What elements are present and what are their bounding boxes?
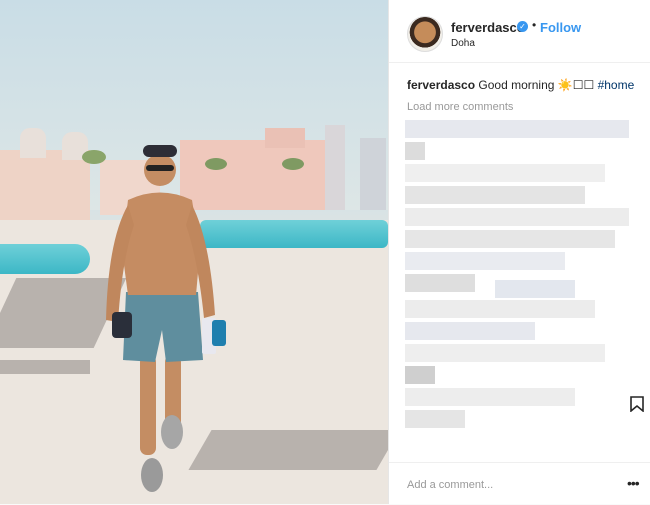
blur-block: [405, 274, 475, 292]
caption: ferverdasco Good morning ☀️☐☐ #home: [407, 78, 634, 92]
blurred-comments: [405, 120, 629, 440]
blur-block: [405, 410, 465, 428]
blur-block: [405, 230, 615, 248]
location-link[interactable]: Doha: [451, 38, 475, 49]
add-comment-input[interactable]: Add a comment...: [407, 479, 493, 491]
blur-block: [405, 186, 585, 204]
blur-block: [405, 300, 595, 318]
blur-block: [405, 366, 435, 384]
blur-block: [495, 280, 575, 298]
avatar[interactable]: [407, 16, 443, 52]
post-header: ferverdasco ✓ • Follow Doha: [389, 0, 650, 63]
caption-username[interactable]: ferverdasco: [407, 78, 475, 92]
post-sidebar: ferverdasco ✓ • Follow Doha ferverdasco …: [389, 0, 650, 504]
bookmark-icon[interactable]: [630, 396, 644, 412]
blur-block: [405, 322, 535, 340]
follow-button[interactable]: Follow: [540, 20, 581, 35]
add-comment-row: Add a comment... •••: [389, 462, 650, 505]
blur-block: [405, 142, 425, 160]
load-more-comments[interactable]: Load more comments: [407, 101, 513, 113]
person: [106, 145, 226, 492]
blur-block: [405, 252, 565, 270]
separator-dot: •: [532, 18, 537, 32]
blur-block: [405, 164, 605, 182]
verified-badge-icon: ✓: [517, 21, 528, 32]
caption-text: Good morning ☀️☐☐: [478, 78, 595, 92]
instagram-post: ferverdasco ✓ • Follow Doha ferverdasco …: [0, 0, 650, 504]
username[interactable]: ferverdasco: [451, 20, 525, 35]
hashtag-link[interactable]: #home: [598, 78, 635, 92]
blur-block: [405, 344, 605, 362]
blur-block: [405, 120, 629, 138]
blur-block: [405, 208, 629, 226]
post-photo[interactable]: [0, 0, 388, 504]
blur-block: [405, 388, 575, 406]
more-options-icon[interactable]: •••: [627, 475, 640, 491]
